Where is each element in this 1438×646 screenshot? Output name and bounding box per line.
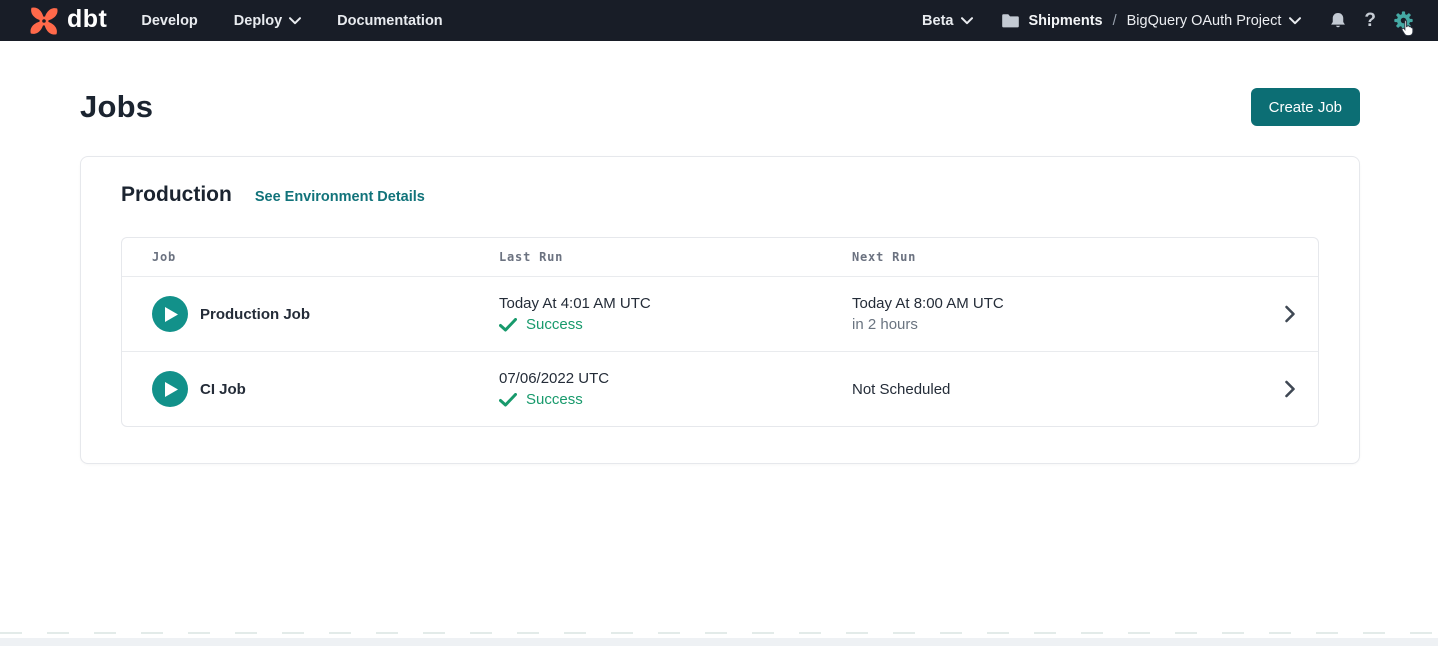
status-label: Success — [526, 316, 583, 333]
job-row-production-job[interactable]: Production Job Today At 4:01 AM UTC Succ… — [122, 276, 1318, 351]
last-run-time: 07/06/2022 UTC — [499, 370, 852, 387]
nav-item-documentation[interactable]: Documentation — [337, 13, 443, 29]
jobs-table-header: Job Last Run Next Run — [122, 238, 1318, 276]
chevron-right-icon — [1284, 380, 1296, 398]
next-run-cell: Today At 8:00 AM UTC in 2 hours — [852, 295, 1262, 333]
help-button[interactable]: ? — [1364, 10, 1376, 32]
column-header-job: Job — [152, 250, 499, 264]
navbar-right: Beta Shipments / BigQuery OAuth Project — [922, 10, 1414, 32]
navbar-icon-group: ? — [1329, 10, 1414, 32]
top-navbar: dbt Develop Deploy Documentation Beta Sh… — [0, 0, 1438, 41]
environment-header: Production See Environment Details — [121, 183, 1319, 207]
notifications-button[interactable] — [1329, 11, 1347, 30]
nav-develop-label: Develop — [141, 13, 197, 29]
chevron-down-icon — [961, 17, 973, 25]
job-name: Production Job — [200, 306, 310, 323]
dbt-logo-text: dbt — [67, 7, 107, 35]
see-environment-details-link[interactable]: See Environment Details — [255, 189, 425, 205]
play-icon — [165, 382, 178, 397]
last-run-time: Today At 4:01 AM UTC — [499, 295, 852, 312]
next-run-time: Today At 8:00 AM UTC — [852, 295, 1262, 312]
check-icon — [499, 393, 517, 407]
gear-icon — [1393, 10, 1414, 31]
project-breadcrumb[interactable]: Shipments / BigQuery OAuth Project — [1001, 13, 1301, 29]
breadcrumb-project-label: BigQuery OAuth Project — [1127, 13, 1282, 29]
column-header-last-run: Last Run — [499, 250, 852, 264]
bottom-scroll-strip — [0, 638, 1438, 646]
run-job-button[interactable] — [152, 371, 188, 407]
nav-links: Develop Deploy Documentation — [141, 13, 442, 29]
last-run-cell: 07/06/2022 UTC Success — [499, 370, 852, 408]
open-job-button[interactable] — [1262, 380, 1318, 398]
dbt-logo[interactable]: dbt — [28, 5, 107, 37]
jobs-table: Job Last Run Next Run Production Job Tod… — [121, 237, 1319, 427]
column-header-next-run: Next Run — [852, 250, 1262, 264]
last-run-cell: Today At 4:01 AM UTC Success — [499, 295, 852, 333]
create-job-button[interactable]: Create Job — [1251, 88, 1360, 126]
next-run-note: in 2 hours — [852, 316, 1262, 333]
breadcrumb-project[interactable]: BigQuery OAuth Project — [1127, 13, 1302, 29]
nav-item-deploy[interactable]: Deploy — [234, 13, 301, 29]
last-run-status: Success — [499, 316, 852, 333]
chevron-down-icon — [289, 17, 301, 25]
job-name: CI Job — [200, 381, 246, 398]
environment-name: Production — [121, 183, 232, 207]
breadcrumb-account: Shipments — [1028, 13, 1102, 29]
job-row-ci-job[interactable]: CI Job 07/06/2022 UTC Success Not Schedu… — [122, 351, 1318, 426]
job-cell: CI Job — [152, 371, 499, 407]
chevron-down-icon — [1289, 17, 1301, 25]
chevron-right-icon — [1284, 305, 1296, 323]
nav-deploy-label: Deploy — [234, 13, 282, 29]
job-cell: Production Job — [152, 296, 499, 332]
nav-documentation-label: Documentation — [337, 13, 443, 29]
dbt-logo-icon — [28, 5, 60, 37]
play-icon — [165, 307, 178, 322]
last-run-status: Success — [499, 391, 852, 408]
bell-icon — [1329, 11, 1347, 30]
next-run-time: Not Scheduled — [852, 381, 1262, 398]
beta-dropdown[interactable]: Beta — [922, 13, 973, 29]
page-title: Jobs — [80, 89, 153, 125]
beta-label: Beta — [922, 13, 953, 29]
nav-item-develop[interactable]: Develop — [141, 13, 197, 29]
breadcrumb-separator: / — [1113, 13, 1117, 29]
status-label: Success — [526, 391, 583, 408]
check-icon — [499, 318, 517, 332]
folder-icon — [1001, 13, 1020, 29]
next-run-cell: Not Scheduled — [852, 381, 1262, 398]
question-mark-icon: ? — [1364, 10, 1376, 32]
page-header: Jobs Create Job — [0, 41, 1438, 126]
open-job-button[interactable] — [1262, 305, 1318, 323]
run-job-button[interactable] — [152, 296, 188, 332]
environment-card: Production See Environment Details Job L… — [80, 156, 1360, 464]
settings-button[interactable] — [1393, 10, 1414, 31]
